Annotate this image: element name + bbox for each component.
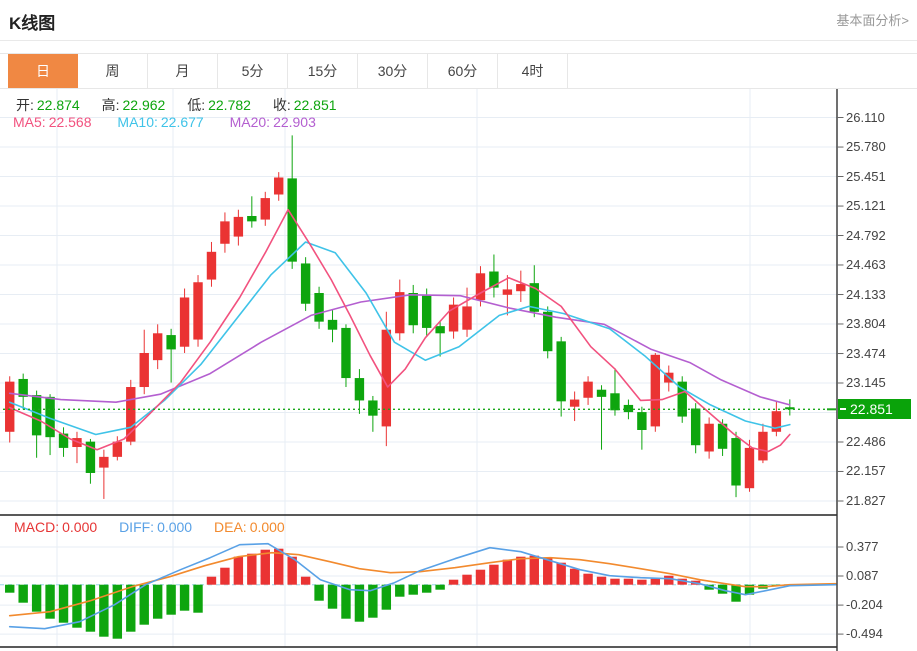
- low-value: 22.782: [208, 97, 251, 113]
- price-axis-label: 22.157: [846, 463, 886, 478]
- macd-axis-label: -0.204: [846, 597, 883, 612]
- macd-readout: MACD:0.000 DIFF:0.000 DEA:0.000: [14, 519, 303, 535]
- high-value: 22.962: [123, 97, 166, 113]
- ma5-label: MA5:: [13, 114, 46, 130]
- ma20-value: 22.903: [273, 114, 316, 130]
- diff-label: DIFF:: [119, 519, 154, 535]
- price-axis-label: 21.827: [846, 493, 886, 508]
- current-price-badge: 22.851: [838, 399, 911, 419]
- diff-value: 0.000: [157, 519, 192, 535]
- macd-axis-label: 0.377: [846, 539, 879, 554]
- macd-label: MACD:: [14, 519, 59, 535]
- ma20-label: MA20:: [230, 114, 270, 130]
- close-label: 收:: [273, 97, 291, 113]
- badge-tick-icon: [840, 408, 846, 410]
- price-axis-label: 23.804: [846, 316, 886, 331]
- dea-value: 0.000: [250, 519, 285, 535]
- price-axis-label: 25.451: [846, 169, 886, 184]
- price-axis-label: 23.474: [846, 346, 886, 361]
- price-axis-label: 24.133: [846, 287, 886, 302]
- price-axis-label: 26.110: [846, 110, 885, 125]
- current-price-value: 22.851: [850, 401, 893, 417]
- price-axis-label: 25.780: [846, 139, 886, 154]
- ma10-value: 22.677: [161, 114, 204, 130]
- ohlc-readout: 开:22.874 高:22.962 低:22.782 收:22.851: [16, 95, 355, 115]
- close-value: 22.851: [294, 97, 337, 113]
- high-label: 高:: [102, 97, 120, 113]
- price-axis-label: 24.792: [846, 228, 886, 243]
- open-value: 22.874: [37, 97, 80, 113]
- macd-value: 0.000: [62, 519, 97, 535]
- ma10-label: MA10:: [117, 114, 157, 130]
- price-axis-label: 25.121: [846, 198, 886, 213]
- open-label: 开:: [16, 97, 34, 113]
- macd-axis-label: 0.087: [846, 568, 879, 583]
- kline-page: K线图 基本面分析> 日周月5分15分30分60分4时 开:22.874 高:2…: [0, 0, 917, 651]
- macd-axis-label: -0.494: [846, 626, 883, 641]
- ma-readout: MA5:22.568 MA10:22.677 MA20:22.903: [13, 114, 334, 130]
- ma5-value: 22.568: [49, 114, 92, 130]
- price-axis-label: 24.463: [846, 257, 886, 272]
- price-axis-label: 22.486: [846, 434, 886, 449]
- price-axis-label: 23.145: [846, 375, 886, 390]
- dea-label: DEA:: [214, 519, 247, 535]
- low-label: 低:: [187, 97, 205, 113]
